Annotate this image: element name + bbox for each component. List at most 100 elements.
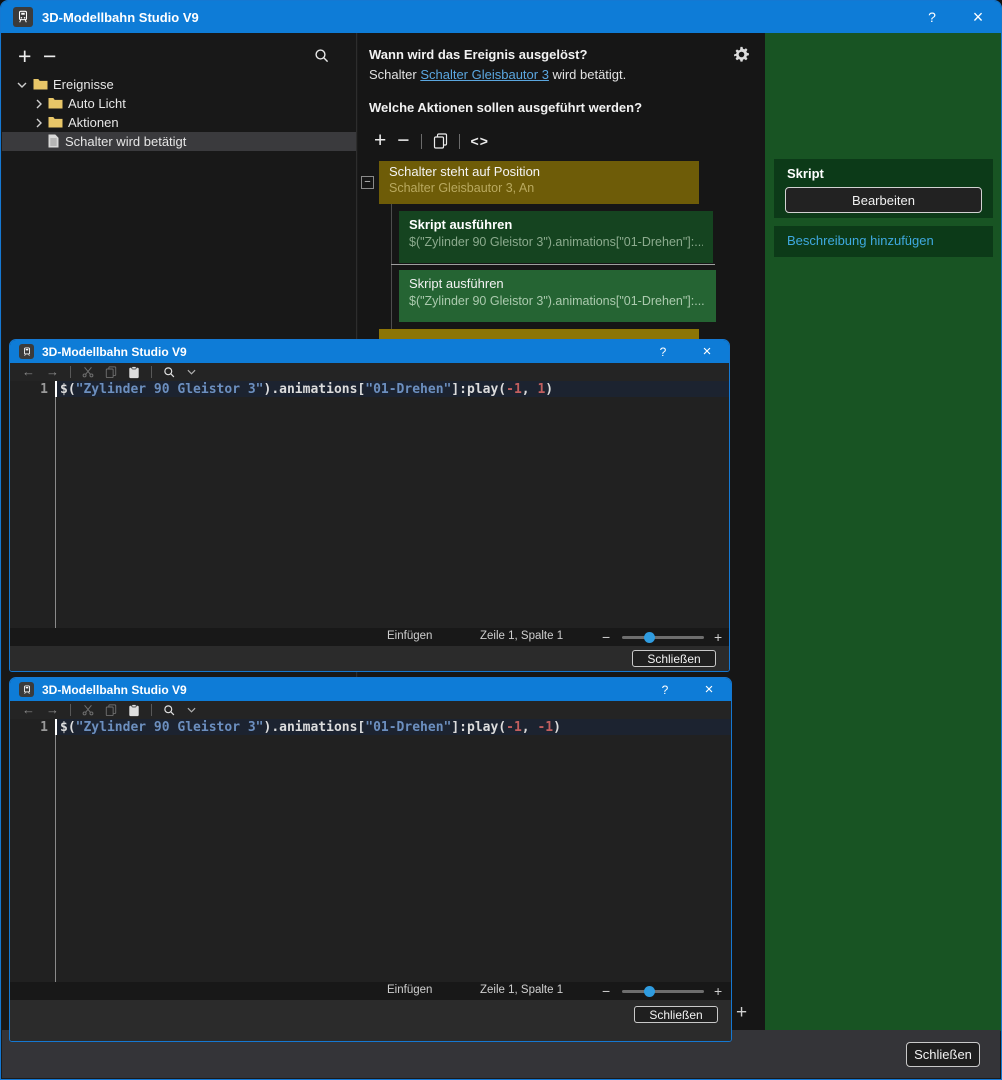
tree-item-label: Schalter wird betätigt bbox=[65, 134, 186, 149]
condition-block[interactable]: Schalter steht auf Position Schalter Gle… bbox=[379, 161, 699, 204]
back-icon[interactable]: ← bbox=[22, 365, 35, 379]
action-block-skript-1[interactable]: Skript ausführen $("Zylinder 90 Gleistor… bbox=[399, 211, 713, 263]
close-script-button[interactable]: Schließen bbox=[632, 650, 716, 667]
tree-item-aktionen[interactable]: Aktionen bbox=[2, 113, 356, 132]
help-button[interactable]: ? bbox=[641, 340, 685, 363]
trigger-heading: Wann wird das Ereignis ausgelöst? bbox=[369, 47, 587, 62]
insert-mode-indicator: Einfügen bbox=[387, 984, 432, 996]
trigger-object-link[interactable]: Schalter Gleisbautor 3 bbox=[420, 67, 549, 82]
condition-title: Schalter steht auf Position bbox=[389, 164, 689, 179]
close-script-button[interactable]: Schließen bbox=[634, 1006, 718, 1023]
trigger-sentence: Schalter Schalter Gleisbautor 3 wird bet… bbox=[369, 67, 626, 82]
code-token: ]:play( bbox=[451, 382, 506, 397]
tree-item-schalter-wird-betaetigt[interactable]: Schalter wird betätigt bbox=[2, 132, 356, 151]
script-window-1: 3D-Modellbahn Studio V9 ? × ← → bbox=[9, 339, 730, 672]
add-script-button[interactable]: + bbox=[736, 1002, 747, 1024]
zoom-slider-thumb[interactable] bbox=[644, 632, 655, 643]
insert-mode-indicator: Einfügen bbox=[387, 630, 432, 642]
copy-icon[interactable] bbox=[105, 366, 117, 378]
cut-icon[interactable] bbox=[82, 366, 94, 378]
code-token: -1 bbox=[506, 382, 522, 397]
action-subtitle: $("Zylinder 90 Gleistor 3").animations["… bbox=[409, 294, 706, 308]
chevron-right-icon[interactable] bbox=[34, 118, 44, 128]
code-editor[interactable]: 1 $("Zylinder 90 Gleistor 3").animations… bbox=[10, 719, 731, 982]
tree-item-label: Aktionen bbox=[68, 115, 119, 130]
zoom-out-button[interactable]: − bbox=[602, 983, 610, 999]
zoom-slider[interactable] bbox=[622, 636, 704, 639]
cut-icon[interactable] bbox=[82, 704, 94, 716]
collapse-condition-button[interactable]: − bbox=[361, 176, 374, 189]
action-block-skript-2[interactable]: Skript ausführen $("Zylinder 90 Gleistor… bbox=[399, 270, 716, 322]
toolbar-separator bbox=[151, 704, 152, 716]
code-token: ) bbox=[553, 720, 561, 735]
copy-icon[interactable] bbox=[105, 704, 117, 716]
code-token: "Zylinder 90 Gleistor 3" bbox=[76, 382, 264, 397]
script-window-2: 3D-Modellbahn Studio V9 ? × ← → bbox=[9, 677, 732, 1042]
zoom-out-button[interactable]: − bbox=[602, 629, 610, 645]
paste-icon[interactable] bbox=[128, 366, 140, 379]
chevron-down-icon[interactable] bbox=[187, 369, 196, 375]
app-icon bbox=[19, 344, 34, 359]
paste-icon[interactable] bbox=[128, 704, 140, 717]
action-separator bbox=[391, 264, 715, 265]
chevron-down-icon[interactable] bbox=[187, 707, 196, 713]
chevron-right-icon[interactable] bbox=[34, 99, 44, 109]
folder-icon bbox=[33, 78, 48, 90]
zoom-in-button[interactable]: + bbox=[714, 983, 722, 999]
code-view-button[interactable]: <> bbox=[471, 133, 489, 149]
script-section-heading: Skript bbox=[787, 166, 824, 181]
close-window-button[interactable]: × bbox=[687, 678, 731, 701]
line-number: 1 bbox=[10, 720, 48, 735]
add-event-button[interactable]: + bbox=[18, 44, 31, 68]
add-action-button[interactable]: + bbox=[374, 129, 386, 153]
gear-icon[interactable] bbox=[733, 46, 750, 63]
close-window-button[interactable]: × bbox=[955, 1, 1001, 33]
search-icon[interactable] bbox=[163, 704, 176, 717]
condition-subtitle: Schalter Gleisbautor 3, An bbox=[389, 181, 689, 195]
close-window-button[interactable]: × bbox=[685, 340, 729, 363]
tree-item-ereignisse[interactable]: Ereignisse bbox=[2, 75, 356, 94]
copy-icon[interactable] bbox=[433, 133, 448, 149]
code-token: ]:play( bbox=[451, 720, 506, 735]
search-icon[interactable] bbox=[163, 366, 176, 379]
help-button[interactable]: ? bbox=[909, 1, 955, 33]
zoom-in-button[interactable]: + bbox=[714, 629, 722, 645]
event-document-icon bbox=[48, 134, 59, 148]
zoom-slider[interactable] bbox=[622, 990, 704, 993]
forward-icon[interactable]: → bbox=[46, 365, 59, 379]
line-number: 1 bbox=[10, 382, 48, 397]
code-editor[interactable]: 1 $("Zylinder 90 Gleistor 3").animations… bbox=[10, 381, 729, 628]
back-icon[interactable]: ← bbox=[22, 703, 35, 717]
edit-script-button[interactable]: Bearbeiten bbox=[785, 187, 982, 213]
search-icon[interactable] bbox=[314, 48, 330, 64]
cursor-position: Zeile 1, Spalte 1 bbox=[480, 630, 563, 642]
toolbar-separator bbox=[421, 134, 422, 149]
code-token: , bbox=[522, 720, 538, 735]
zoom-slider-thumb[interactable] bbox=[644, 986, 655, 997]
window-title: 3D-Modellbahn Studio V9 bbox=[42, 10, 199, 25]
help-button[interactable]: ? bbox=[643, 678, 687, 701]
description-section: Beschreibung hinzufügen bbox=[774, 226, 993, 257]
remove-action-button[interactable]: − bbox=[397, 129, 409, 153]
train-icon bbox=[22, 347, 32, 357]
tree-item-auto-licht[interactable]: Auto Licht bbox=[2, 94, 356, 113]
forward-icon[interactable]: → bbox=[46, 703, 59, 717]
tree-toolbar: + − bbox=[2, 41, 356, 71]
window-title: 3D-Modellbahn Studio V9 bbox=[42, 683, 187, 697]
trigger-suffix: wird betätigt. bbox=[549, 67, 626, 82]
close-dialog-button[interactable]: Schließen bbox=[906, 1042, 980, 1067]
toolbar-separator bbox=[70, 366, 71, 378]
main-titlebar: 3D-Modellbahn Studio V9 ? × bbox=[1, 1, 1001, 33]
cursor-position: Zeile 1, Spalte 1 bbox=[480, 984, 563, 996]
code-token: "Zylinder 90 Gleistor 3" bbox=[76, 720, 264, 735]
code-token: ) bbox=[545, 382, 553, 397]
trigger-prefix: Schalter bbox=[369, 67, 420, 82]
add-description-link[interactable]: Beschreibung hinzufügen bbox=[787, 233, 934, 248]
remove-event-button[interactable]: − bbox=[43, 44, 56, 68]
script-window-titlebar: 3D-Modellbahn Studio V9 ? × bbox=[10, 340, 729, 363]
toolbar-separator bbox=[151, 366, 152, 378]
app-icon bbox=[13, 7, 33, 27]
gutter-separator bbox=[55, 381, 56, 628]
gutter-separator bbox=[55, 719, 56, 982]
chevron-down-icon[interactable] bbox=[17, 80, 27, 90]
